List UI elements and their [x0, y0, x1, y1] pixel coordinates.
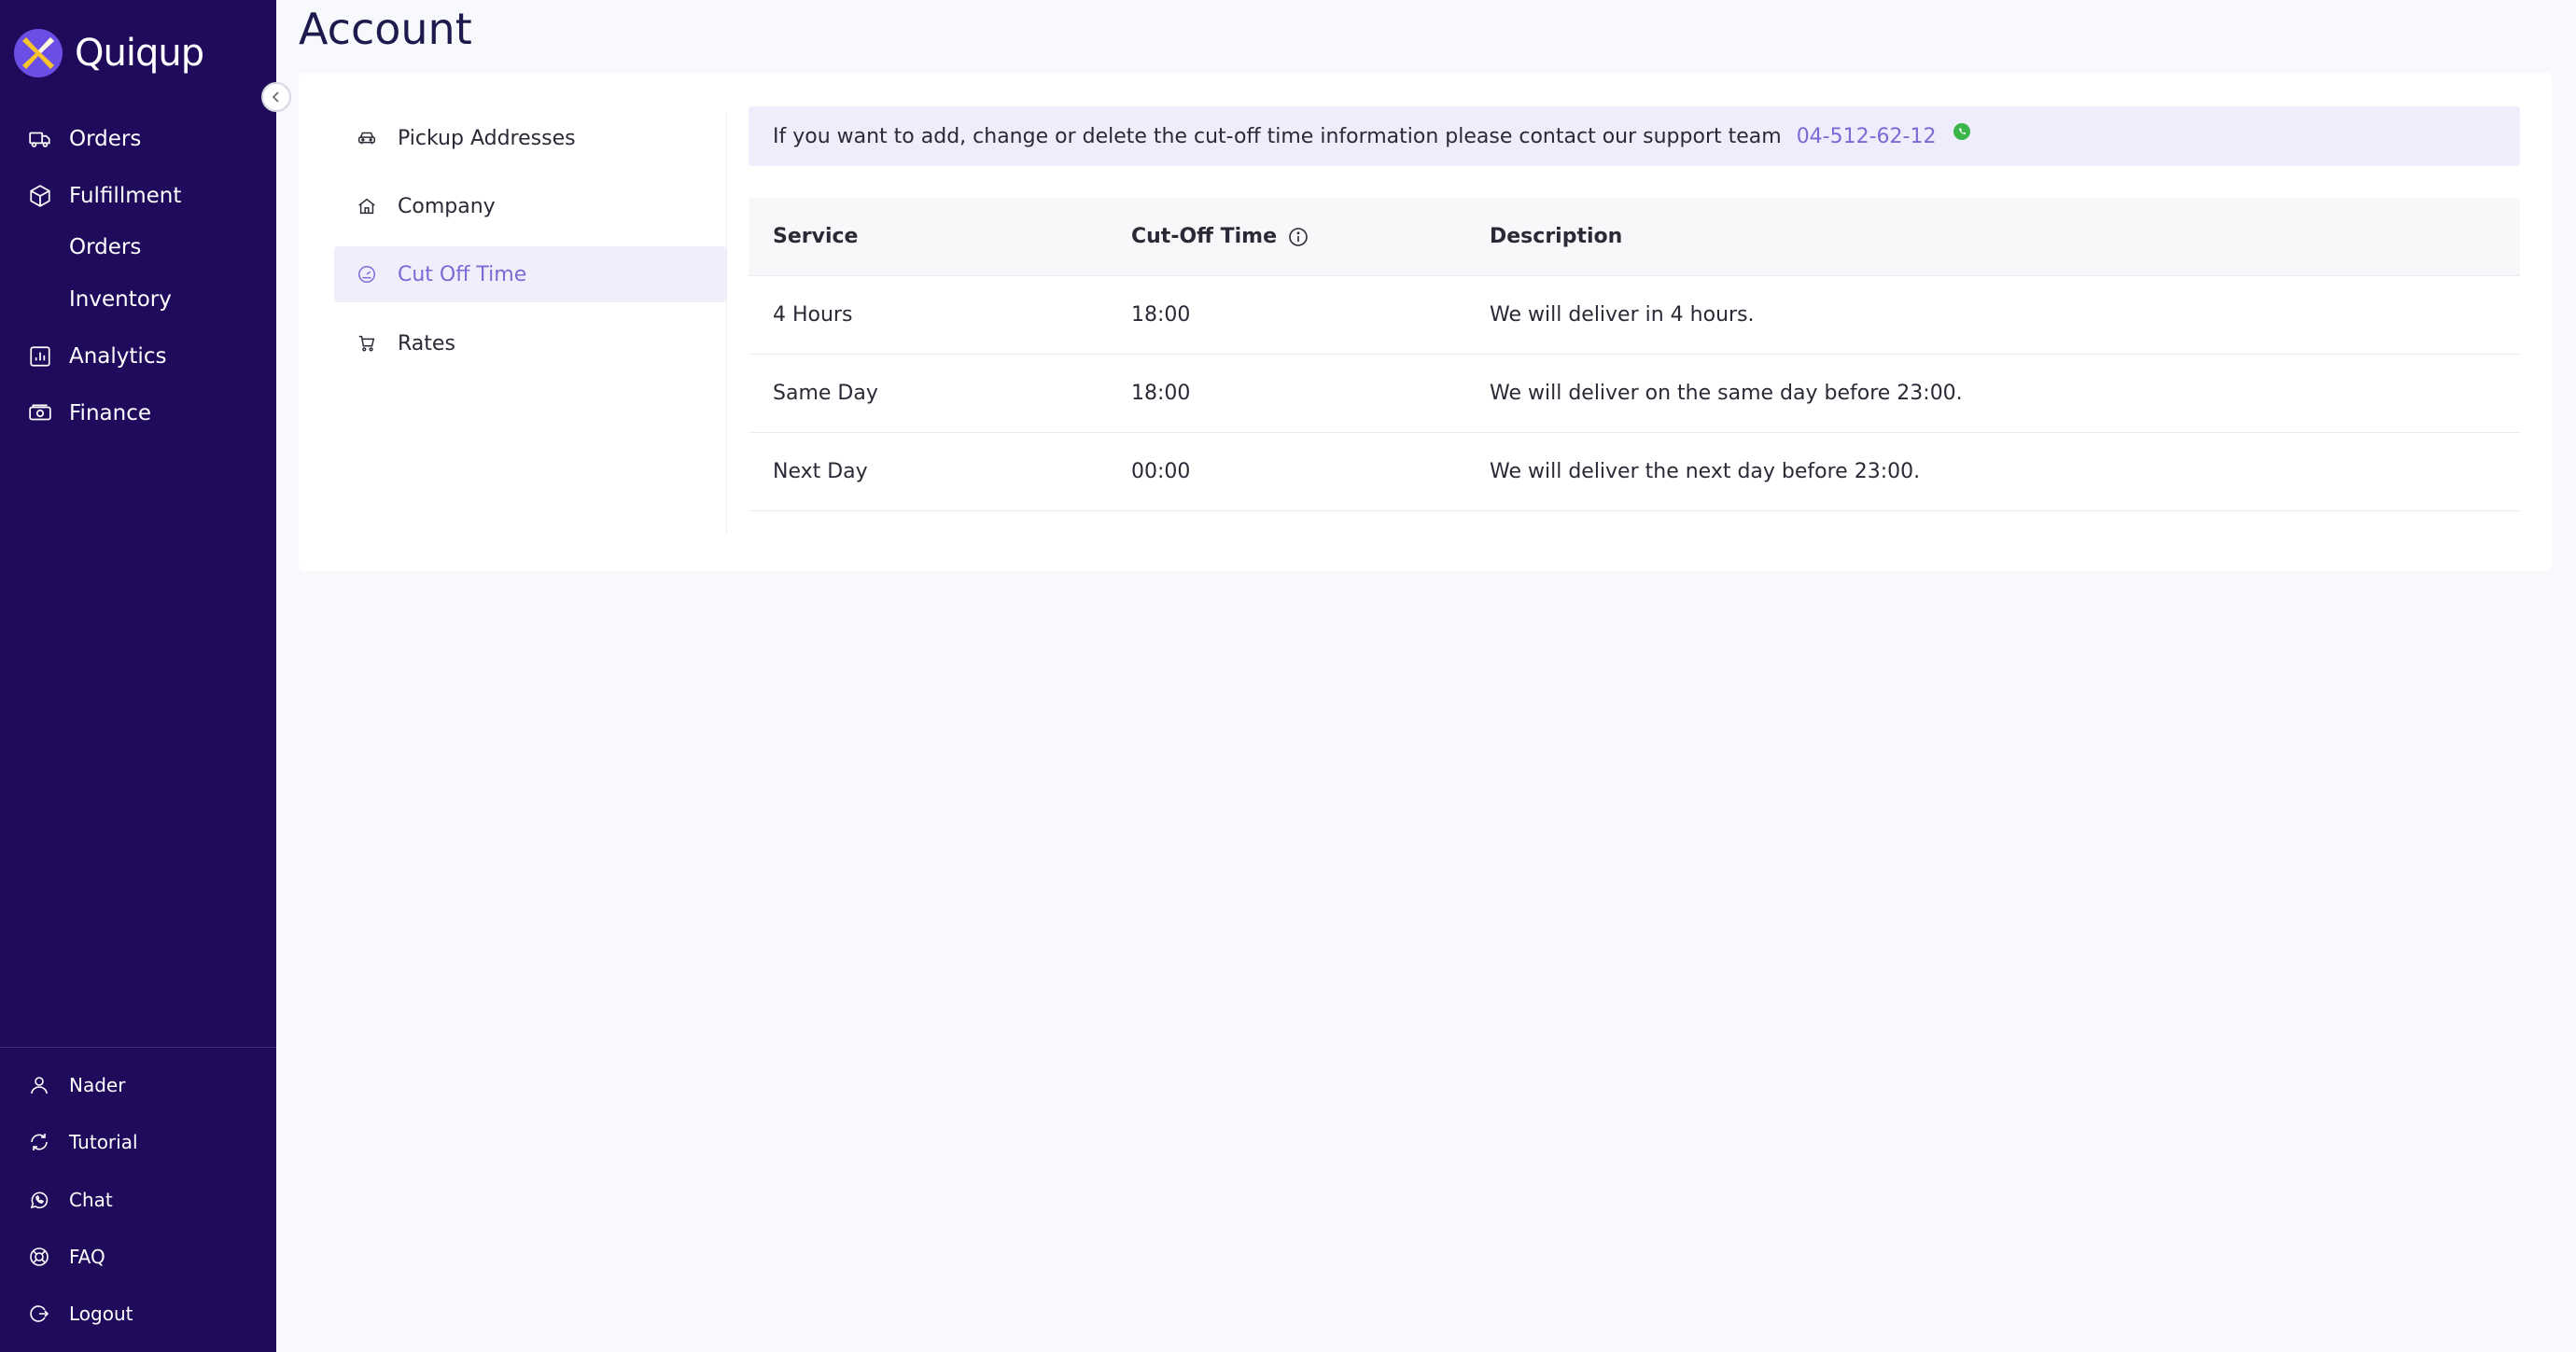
column-header-service: Service [773, 225, 859, 248]
sidebar-item-fulfillment[interactable]: Fulfillment [0, 170, 276, 222]
gauge-icon [355, 262, 379, 286]
lifebuoy-icon [26, 1244, 52, 1270]
sidebar-item-logout[interactable]: Logout [0, 1290, 276, 1337]
sidebar-item-label: Analytics [69, 344, 167, 369]
box-icon [26, 182, 54, 210]
cell-description: We will deliver on the same day before 2… [1490, 382, 1963, 405]
sidebar-item-label: Finance [69, 401, 151, 425]
table-header: Service Cut-Off Time Description [749, 198, 2520, 276]
sidebar-collapse-button[interactable] [261, 82, 291, 112]
truck-icon [26, 125, 54, 153]
table-row: Next Day 00:00 We will deliver the next … [749, 433, 2520, 511]
sidebar-item-label: Logout [69, 1303, 133, 1325]
sidebar-item-chat[interactable]: Chat [0, 1177, 276, 1223]
cell-service: Next Day [773, 460, 868, 483]
sidebar-subitem-inventory[interactable]: Inventory [69, 287, 172, 312]
app-root: Quiqup Orders Fulfillment Orders Invento… [0, 0, 2576, 1352]
account-nav-cut-off-time[interactable]: Cut Off Time [334, 246, 726, 302]
account-nav-divider [726, 114, 727, 534]
cell-cut-off-time: 18:00 [1131, 303, 1191, 327]
quiqup-logo-icon [14, 29, 63, 77]
info-icon[interactable] [1288, 227, 1309, 247]
cell-description: We will deliver the next day before 23:0… [1490, 460, 1921, 483]
sidebar-item-finance[interactable]: Finance [0, 387, 276, 439]
refresh-icon [26, 1129, 52, 1155]
sidebar-item-tutorial[interactable]: Tutorial [0, 1119, 276, 1165]
sidebar-item-label: Fulfillment [69, 184, 182, 208]
account-nav-label: Pickup Addresses [398, 126, 576, 150]
account-nav-label: Rates [398, 331, 455, 355]
sidebar-item-faq[interactable]: FAQ [0, 1234, 276, 1280]
car-icon [355, 126, 379, 150]
account-nav-label: Cut Off Time [398, 262, 527, 286]
page-title: Account [299, 4, 472, 54]
cell-cut-off-time: 18:00 [1131, 382, 1191, 405]
sidebar-divider [0, 1047, 276, 1048]
account-card: Pickup Addresses Company Cut Off Time Ra… [299, 73, 2552, 571]
column-header-cut-off-time: Cut-Off Time [1131, 225, 1309, 248]
account-nav-pickup-addresses[interactable]: Pickup Addresses [334, 110, 726, 166]
support-notice-message: If you want to add, change or delete the… [773, 124, 1782, 148]
sidebar-item-label: Nader [69, 1074, 126, 1096]
chevron-left-icon [272, 91, 279, 103]
account-nav-label: Company [398, 194, 496, 218]
table-row: 4 Hours 18:00 We will deliver in 4 hours… [749, 276, 2520, 355]
column-header-description: Description [1490, 225, 1623, 248]
sidebar-item-user[interactable]: Nader [0, 1062, 276, 1108]
table-row: Same Day 18:00 We will deliver on the sa… [749, 355, 2520, 433]
support-notice: If you want to add, change or delete the… [749, 106, 2520, 166]
sidebar-item-label: Tutorial [69, 1131, 138, 1153]
whatsapp-icon [26, 1187, 52, 1213]
sidebar-item-analytics[interactable]: Analytics [0, 330, 276, 383]
money-icon [26, 399, 54, 427]
support-phone-link[interactable]: 04-512-62-12 [1797, 125, 1937, 148]
cart-icon [355, 331, 379, 355]
cut-off-table: Service Cut-Off Time Description 4 Hours… [749, 198, 2520, 511]
whatsapp-icon[interactable] [1953, 122, 1971, 141]
chart-icon [26, 342, 54, 370]
sidebar-item-label: Orders [69, 127, 142, 151]
user-icon [26, 1072, 52, 1098]
account-nav-rates[interactable]: Rates [334, 315, 726, 371]
brand-logo[interactable]: Quiqup [13, 28, 204, 78]
sidebar: Quiqup Orders Fulfillment Orders Invento… [0, 0, 276, 1352]
home-icon [355, 194, 379, 218]
cell-description: We will deliver in 4 hours. [1490, 303, 1755, 327]
sidebar-item-orders[interactable]: Orders [0, 113, 276, 165]
sidebar-item-label: Chat [69, 1189, 113, 1211]
account-nav-company[interactable]: Company [334, 178, 726, 234]
column-header-label: Cut-Off Time [1131, 225, 1278, 248]
cell-service: Same Day [773, 382, 878, 405]
cell-cut-off-time: 00:00 [1131, 460, 1191, 483]
cell-service: 4 Hours [773, 303, 853, 327]
brand-name: Quiqup [75, 32, 204, 75]
sidebar-subitem-orders[interactable]: Orders [69, 235, 141, 259]
logout-icon [26, 1301, 52, 1327]
sidebar-item-label: FAQ [69, 1246, 105, 1268]
